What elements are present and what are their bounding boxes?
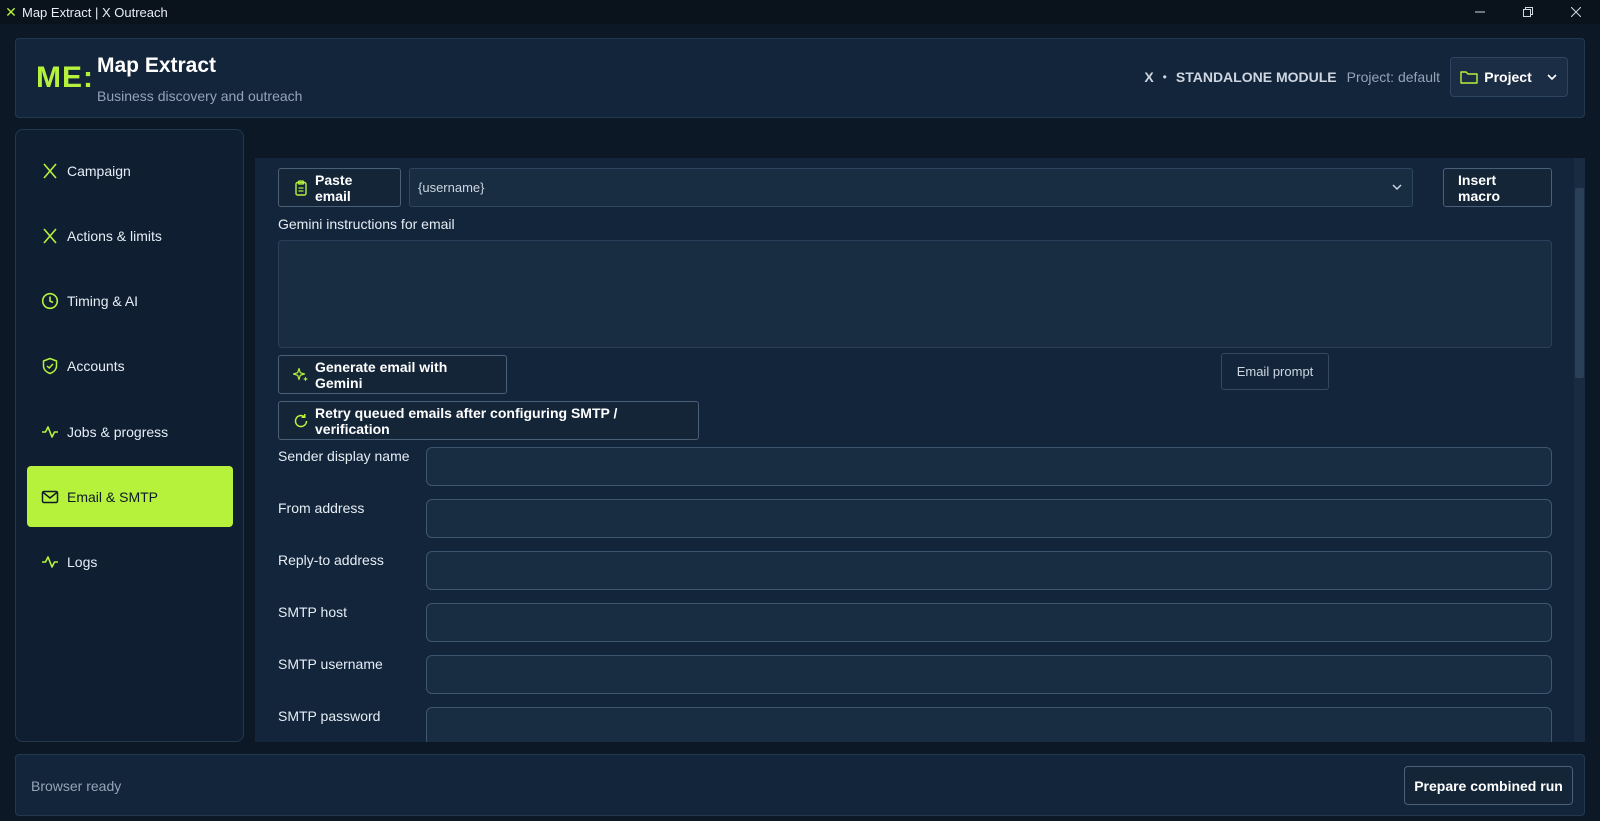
smtp-host-label: SMTP host [278,604,347,620]
sidebar-item-label: Email & SMTP [67,488,159,505]
insert-macro-button[interactable]: Insert macro [1443,168,1552,207]
sidebar-item-campaign[interactable]: Campaign [27,140,233,201]
scrollbar-thumb[interactable] [1575,188,1584,378]
window-controls [1456,0,1600,24]
sidebar-item-email-smtp[interactable]: Email & SMTP [27,466,233,527]
sidebar-item-actions-limits[interactable]: Actions & limits [27,205,233,266]
macro-select-value: {username} [418,180,485,195]
app-title: Map Extract [97,54,217,77]
sparkles-icon [293,367,308,381]
x-icon [43,162,57,179]
reply-to-address-label: Reply-to address [278,552,384,568]
chevron-down-icon [1392,184,1402,191]
smtp-host-field[interactable] [426,603,1552,642]
project-text: Project: default [1346,69,1440,85]
platform-label: X [1144,69,1154,85]
chevron-down-icon [1547,74,1557,81]
sidebar-item-logs[interactable]: Logs [27,531,233,592]
content-scrollbar[interactable] [1574,158,1585,742]
sidebar-item-label: Logs [67,553,98,570]
restore-button[interactable] [1504,0,1552,24]
sidebar-item-accounts[interactable]: Accounts [27,335,233,396]
x-icon [43,227,57,244]
smtp-username-label: SMTP username [278,656,383,672]
sidebar-item-timing-ai[interactable]: Timing & AI [27,270,233,331]
smtp-password-label: SMTP password [278,708,381,724]
close-button[interactable] [1552,0,1600,24]
email-prompt-tooltip: Email prompt [1221,353,1329,390]
activity-icon [42,425,58,438]
window-title: Map Extract | X Outreach [22,4,168,20]
gemini-instructions-label: Gemini instructions for email [278,216,455,232]
insert-macro-label: Insert macro [1458,171,1501,204]
separator-dot: • [1162,70,1167,84]
app-header: ME: Map Extract Business discovery and o… [15,38,1585,118]
refresh-icon [294,413,308,427]
module-label: STANDALONE MODULE [1175,69,1337,85]
status-text: Browser ready [31,778,122,794]
reply-to-address-field[interactable] [426,551,1552,590]
retry-queued-emails-label: Retry queued emails after configuring SM… [315,404,618,437]
window-titlebar: ✕ Map Extract | X Outreach [0,0,1600,24]
sidebar-item-label: Actions & limits [67,227,162,244]
status-bar: Browser ready Prepare combined run [15,754,1585,816]
app-logo: ME: [36,61,94,94]
smtp-password-field[interactable] [426,707,1552,742]
macro-select[interactable]: {username} [409,168,1413,207]
prepare-combined-run-button[interactable]: Prepare combined run [1404,766,1573,805]
sender-display-name-label: Sender display name [278,448,410,464]
project-button-label: Project [1484,69,1532,85]
minimize-button[interactable] [1456,0,1504,24]
project-button[interactable]: Project [1450,57,1568,97]
sidebar-item-jobs-progress[interactable]: Jobs & progress [27,401,233,462]
sender-display-name-field[interactable] [426,447,1552,486]
paste-email-label: Paste email [315,171,353,204]
mail-icon [41,490,59,503]
app-x-icon: ✕ [5,3,17,20]
from-address-field[interactable] [426,499,1552,538]
clipboard-icon [295,179,307,196]
clock-icon [41,292,59,309]
generate-email-button[interactable]: Generate email with Gemini [278,355,507,394]
sidebar: Campaign Actions & limits Timing & AI Ac… [15,129,244,742]
sidebar-item-label: Campaign [67,162,131,179]
retry-queued-emails-button[interactable]: Retry queued emails after configuring SM… [278,401,699,440]
gemini-instructions-textarea[interactable] [278,240,1552,348]
close-icon [1571,7,1581,17]
header-right: X • STANDALONE MODULE Project: default P… [1144,57,1568,97]
from-address-label: From address [278,500,365,516]
smtp-username-field[interactable] [426,655,1552,694]
app-subtitle: Business discovery and outreach [97,88,303,104]
generate-email-label: Generate email with Gemini [315,358,448,391]
restore-icon [1523,7,1533,17]
sidebar-item-label: Timing & AI [67,292,139,309]
sidebar-item-label: Accounts [67,357,125,374]
sidebar-item-label: Jobs & progress [67,423,169,440]
paste-email-button[interactable]: Paste email [278,168,401,207]
minimize-icon [1475,11,1485,13]
shield-check-icon [42,357,58,374]
email-smtp-panel: Paste email {username} Insert macro Gemi… [255,158,1585,742]
folder-icon [1460,71,1478,84]
activity-icon [42,555,58,568]
